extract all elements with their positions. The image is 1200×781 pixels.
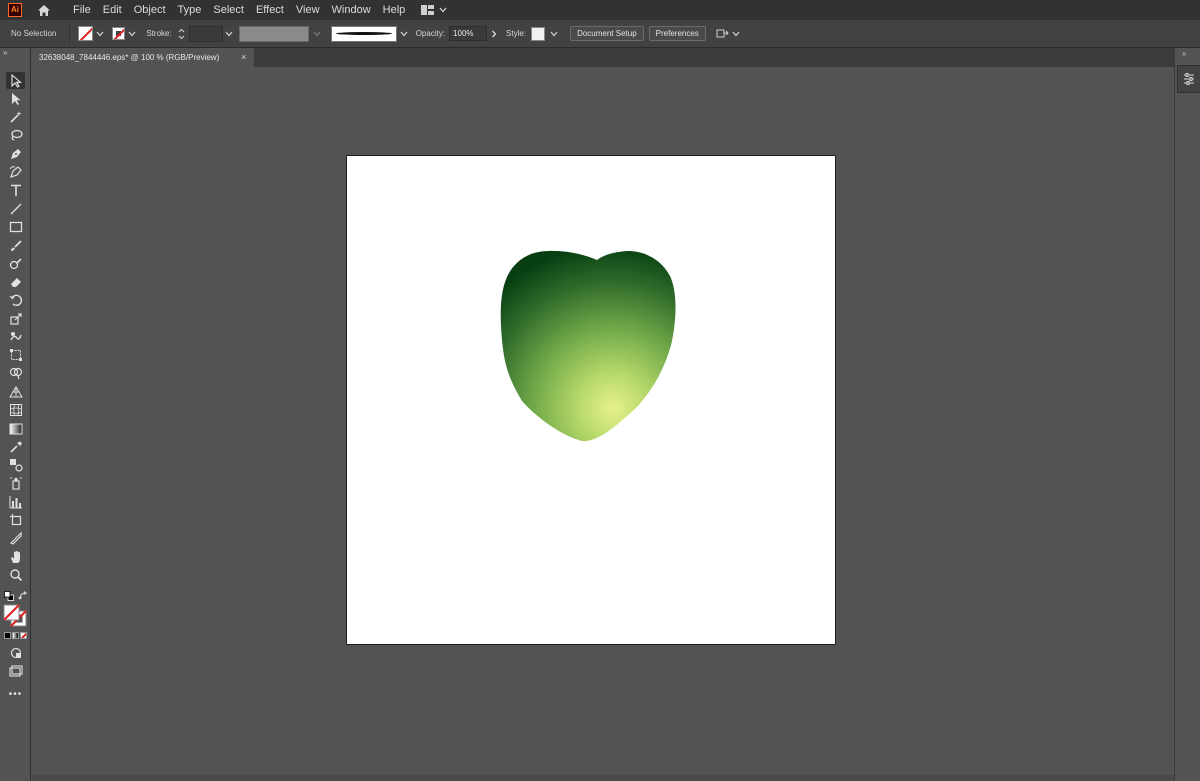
color-button[interactable]: [4, 632, 11, 639]
warp-tool-icon[interactable]: [6, 328, 25, 345]
stroke-dropdown-icon[interactable]: [127, 31, 137, 37]
menu-help[interactable]: Help: [377, 0, 412, 20]
eyedropper-tool-icon[interactable]: [6, 438, 25, 455]
document-setup-button[interactable]: Document Setup: [570, 26, 644, 41]
right-panel-dock: »: [1174, 48, 1200, 781]
toolbar-collapse-icon[interactable]: »: [3, 48, 23, 58]
divider: [69, 23, 71, 44]
none-button[interactable]: [20, 632, 27, 639]
stroke-weight-dropdown-icon[interactable]: [225, 31, 233, 37]
gradient-tool-icon[interactable]: [6, 420, 25, 437]
stroke-weight-stepper-icon[interactable]: [178, 28, 185, 40]
magic-wand-tool-icon[interactable]: [6, 108, 25, 125]
properties-panel-icon[interactable]: [1177, 65, 1200, 93]
menu-view[interactable]: View: [290, 0, 326, 20]
draw-mode-icon[interactable]: [6, 644, 25, 661]
brush-preview: [335, 32, 392, 35]
eraser-tool-icon[interactable]: [6, 273, 25, 290]
stroke-swatch[interactable]: [112, 27, 126, 40]
document-tab[interactable]: 32638048_7844446.eps* @ 100 % (RGB/Previ…: [31, 48, 254, 67]
type-tool-icon[interactable]: [6, 182, 25, 199]
workspace-layout-icon: [421, 5, 435, 15]
panel-expand-icon[interactable]: »: [1182, 49, 1187, 58]
document-tab-bar: 32638048_7844446.eps* @ 100 % (RGB/Previ…: [31, 48, 1174, 67]
lasso-tool-icon[interactable]: [6, 126, 25, 143]
brush-dropdown-icon[interactable]: [400, 31, 408, 37]
leaf-shape[interactable]: [500, 250, 676, 442]
curvature-tool-icon[interactable]: [6, 163, 25, 180]
graphic-style-swatch[interactable]: [531, 26, 546, 41]
line-segment-tool-icon[interactable]: [6, 200, 25, 217]
close-icon[interactable]: ×: [241, 52, 246, 62]
fill-stroke-swatches[interactable]: [3, 604, 28, 628]
rectangle-tool-icon[interactable]: [6, 218, 25, 235]
artboard-tool-icon[interactable]: [6, 511, 25, 528]
shaper-tool-icon[interactable]: [6, 255, 25, 272]
menu-bar: Ai File Edit Object Type Select Effect V…: [0, 0, 1200, 20]
style-label: Style:: [506, 29, 527, 38]
preferences-button[interactable]: Preferences: [648, 26, 706, 41]
slice-tool-icon[interactable]: [6, 529, 25, 546]
color-mode-buttons: [4, 632, 28, 640]
arrange-dropdown-icon[interactable]: [732, 31, 740, 37]
menu-select[interactable]: Select: [207, 0, 250, 20]
stroke-label: Stroke:: [146, 29, 172, 38]
paintbrush-tool-icon[interactable]: [6, 237, 25, 254]
scale-tool-icon[interactable]: [6, 310, 25, 327]
variable-width-profile[interactable]: [238, 25, 309, 42]
selection-status: No Selection: [11, 29, 57, 38]
tools-panel: » •••: [0, 48, 31, 781]
gradient-button[interactable]: [12, 632, 19, 639]
menu-edit[interactable]: Edit: [97, 0, 128, 20]
edit-toolbar-icon[interactable]: •••: [6, 686, 25, 703]
home-icon[interactable]: [36, 2, 52, 18]
symbol-sprayer-tool-icon[interactable]: [6, 474, 25, 491]
stroke-weight-field[interactable]: [188, 25, 223, 42]
mesh-tool-icon[interactable]: [6, 401, 25, 418]
opacity-label: Opacity:: [415, 29, 446, 38]
chevron-right-icon[interactable]: [491, 30, 497, 38]
selection-tool-icon[interactable]: [6, 72, 25, 89]
menu-object[interactable]: Object: [128, 0, 172, 20]
profile-dropdown-icon[interactable]: [313, 31, 321, 37]
opacity-field[interactable]: 100%: [449, 26, 488, 41]
pen-tool-icon[interactable]: [6, 145, 25, 162]
free-transform-tool-icon[interactable]: [6, 346, 25, 363]
fill-dropdown-icon[interactable]: [95, 31, 105, 37]
status-bar: [32, 775, 1174, 781]
workspace-switcher[interactable]: [421, 5, 447, 15]
document-tab-title: 32638048_7844446.eps* @ 100 % (RGB/Previ…: [39, 53, 220, 62]
menu-type[interactable]: Type: [172, 0, 208, 20]
menu-file[interactable]: File: [67, 0, 97, 20]
arrange-documents-icon[interactable]: [716, 28, 729, 40]
menu-effect[interactable]: Effect: [250, 0, 290, 20]
shape-builder-tool-icon[interactable]: [6, 364, 25, 381]
rotate-tool-icon[interactable]: [6, 291, 25, 308]
menu-window[interactable]: Window: [326, 0, 377, 20]
blend-tool-icon[interactable]: [6, 456, 25, 473]
leaf-artwork[interactable]: [347, 156, 835, 644]
brush-definition-field[interactable]: [330, 25, 397, 42]
app-logo: Ai: [8, 3, 22, 17]
control-bar: No Selection Stroke: Opacity: 100% Style…: [0, 20, 1200, 48]
menu-items: File Edit Object Type Select Effect View…: [67, 0, 411, 20]
zoom-tool-icon[interactable]: [6, 566, 25, 583]
perspective-grid-tool-icon[interactable]: [6, 383, 25, 400]
direct-selection-tool-icon[interactable]: [6, 90, 25, 107]
column-graph-tool-icon[interactable]: [6, 493, 25, 510]
screen-mode-icon[interactable]: [6, 662, 25, 679]
swap-fill-stroke-icon[interactable]: [18, 591, 28, 601]
chevron-down-icon: [439, 7, 447, 13]
artboard[interactable]: [346, 155, 836, 645]
fill-swatch[interactable]: [78, 26, 94, 41]
style-dropdown-icon[interactable]: [550, 31, 558, 37]
hand-tool-icon[interactable]: [6, 548, 25, 565]
default-fill-stroke-icon[interactable]: [4, 591, 14, 601]
